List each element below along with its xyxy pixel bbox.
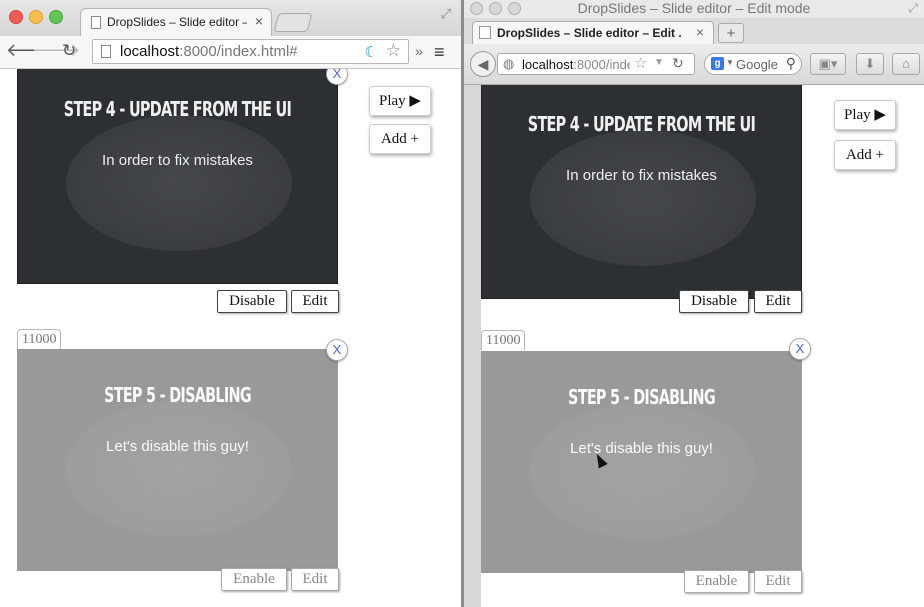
edit-button[interactable]: Edit — [754, 290, 802, 313]
slide-text: Let's disable this guy! — [106, 438, 249, 455]
page-icon — [479, 26, 491, 39]
right-toolbar: ◀ ◍ localhost:8000/index.html# ☆ ▼ ↻ g ▼… — [464, 44, 924, 85]
url-path: :8000/index.html# — [179, 43, 298, 60]
tab-title: DropSlides – Slide editor – Edit ... — [497, 26, 682, 40]
slide-text: In order to fix mistakes — [102, 152, 253, 169]
slide-background-glow — [529, 403, 755, 539]
slide-background-glow — [530, 130, 756, 266]
url-path: :8000/index.html# — [573, 57, 630, 72]
reload-icon[interactable]: ↻ — [62, 41, 76, 61]
slide-preview[interactable]: STEP 4 - UPDATE FROM THE UI In order to … — [481, 85, 802, 299]
add-slide-button[interactable]: Add + — [834, 140, 896, 170]
edit-button[interactable]: Edit — [291, 290, 339, 313]
left-titlebar: DropSlides – Slide editor – × ⤢ — [0, 0, 461, 36]
slide-preview-disabled[interactable]: STEP 5 - DISABLING Let's disable this gu… — [17, 349, 338, 571]
play-button[interactable]: Play ▶ — [834, 100, 896, 130]
fullscreen-icon[interactable]: ⤢ — [441, 6, 451, 22]
browser-tab[interactable]: DropSlides – Slide editor – Edit ... × — [472, 21, 714, 45]
tab-title: DropSlides – Slide editor – — [107, 15, 247, 29]
slide-title: STEP 5 - DISABLING — [568, 385, 716, 409]
download-icon[interactable]: ⬇ — [856, 53, 884, 75]
search-engine-icon[interactable]: g — [711, 57, 724, 70]
address-bar[interactable]: ◍ localhost:8000/index.html# ☆ ▼ ↻ — [497, 53, 695, 75]
tab-close-icon[interactable]: × — [255, 13, 263, 29]
url-host: localhost — [522, 57, 574, 72]
page-content: STEP 4 - UPDATE FROM THE UI In order to … — [0, 69, 461, 607]
page-content: STEP 4 - UPDATE FROM THE UI In order to … — [464, 85, 924, 607]
address-bar[interactable]: localhost:8000/index.html# ☾ ☆ — [92, 39, 409, 64]
menu-icon[interactable]: ≡ — [434, 42, 445, 63]
new-tab-button[interactable]: + — [718, 23, 744, 43]
close-window-button[interactable] — [9, 10, 23, 24]
home-icon[interactable]: ⌂ — [892, 53, 920, 75]
maximize-window-button[interactable] — [49, 10, 63, 24]
slide-text: In order to fix mistakes — [566, 167, 717, 184]
slide-text: Let's disable this guy! — [570, 440, 713, 457]
enable-button[interactable]: Enable — [221, 568, 287, 591]
edit-button[interactable]: Edit — [754, 570, 802, 593]
slide-duration-badge[interactable]: 11000 — [17, 329, 62, 349]
add-slide-button[interactable]: Add + — [369, 124, 431, 154]
page-icon — [91, 16, 101, 29]
search-icon[interactable]: ⚲ — [786, 55, 796, 72]
star-icon[interactable]: ☆ — [634, 54, 647, 72]
page-icon — [101, 45, 111, 58]
slide-title: STEP 4 - UPDATE FROM THE UI — [63, 97, 292, 121]
left-browser-window: DropSlides – Slide editor – × ⤢ 🡐 🡒 ↻ lo… — [0, 0, 461, 607]
fullscreen-icon[interactable]: ⤢ — [908, 1, 918, 16]
extension-icon[interactable]: ☾ — [365, 43, 378, 61]
disable-button[interactable]: Disable — [217, 290, 287, 313]
right-browser-window: DropSlides – Slide editor – Edit mode ⤢ … — [464, 0, 924, 607]
close-icon[interactable]: X — [326, 69, 348, 85]
tab-close-icon[interactable]: × — [696, 24, 704, 40]
more-extensions-button[interactable]: » — [415, 43, 423, 59]
star-icon[interactable]: ☆ — [386, 41, 401, 61]
play-button[interactable]: Play ▶ — [369, 86, 431, 116]
left-toolbar: 🡐 🡒 ↻ localhost:8000/index.html# ☾ ☆ » ≡ — [0, 36, 461, 69]
chevron-down-icon[interactable]: ▼ — [726, 58, 734, 67]
slide-title: STEP 4 - UPDATE FROM THE UI — [527, 112, 756, 136]
bookmarks-icon[interactable]: ▣▾ — [810, 53, 846, 75]
close-icon[interactable]: X — [326, 339, 348, 361]
disable-button[interactable]: Disable — [679, 290, 749, 313]
close-icon[interactable]: X — [789, 338, 811, 360]
slide-preview-disabled[interactable]: STEP 5 - DISABLING Let's disable this gu… — [481, 351, 802, 573]
right-tabbar: DropSlides – Slide editor – Edit ... × + — [464, 18, 924, 45]
slide-preview[interactable]: STEP 4 - UPDATE FROM THE UI In order to … — [17, 69, 338, 284]
minimize-window-button[interactable] — [29, 10, 43, 24]
enable-button[interactable]: Enable — [684, 570, 749, 593]
edit-button[interactable]: Edit — [291, 568, 339, 591]
back-arrow-icon[interactable]: ◀ — [470, 51, 496, 77]
search-bar[interactable]: g ▼ Google ⚲ — [704, 53, 802, 75]
new-tab-button[interactable] — [273, 13, 313, 32]
globe-icon: ◍ — [503, 56, 515, 71]
page-left-gutter — [464, 85, 481, 607]
slide-background-glow — [66, 115, 292, 251]
url-host: localhost — [120, 43, 180, 60]
right-titlebar: DropSlides – Slide editor – Edit mode ⤢ — [464, 0, 924, 18]
window-title: DropSlides – Slide editor – Edit mode — [577, 0, 811, 16]
slide-background-glow — [65, 401, 291, 537]
slide-title: STEP 5 - DISABLING — [104, 383, 252, 407]
chevron-down-icon[interactable]: ▼ — [654, 57, 664, 68]
browser-tab[interactable]: DropSlides – Slide editor – × — [80, 8, 272, 36]
reload-icon[interactable]: ↻ — [672, 55, 684, 72]
search-input[interactable]: Google — [736, 57, 778, 72]
slide-duration-badge[interactable]: 11000 — [481, 330, 526, 350]
